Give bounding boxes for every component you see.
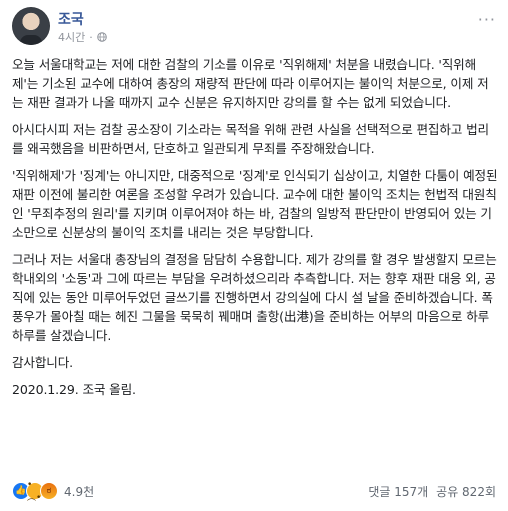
post-paragraph: '직위해제'가 '징계'는 아니지만, 대중적으로 '징계'로 인식되기 십상이… (12, 168, 498, 240)
reactions-summary[interactable]: 👍 •︵• ಠ 4.9천 (12, 480, 94, 503)
author-avatar[interactable] (12, 7, 50, 45)
post-footer: 👍 •︵• ಠ 4.9천 댓글 157개 공유 822회 (0, 478, 508, 504)
share-count[interactable]: 공유 822회 (436, 483, 496, 500)
comment-count[interactable]: 댓글 157개 (368, 483, 428, 500)
post-body: 오늘 서울대학교는 저에 대한 검찰의 기소를 이유로 '직위해제' 처분을 내… (12, 55, 498, 407)
globe-icon[interactable] (96, 32, 107, 42)
engagement-stats: 댓글 157개 공유 822회 (368, 483, 496, 500)
meta-dot: · (89, 30, 93, 44)
post-paragraph: 아시다시피 저는 검찰 공소장이 기소라는 목적을 위해 관련 사실을 선택적으… (12, 122, 489, 156)
post-meta: 4시간 · (58, 29, 107, 45)
post-signature: 2020.1.29. 조국 올림. (12, 382, 136, 397)
more-options-icon[interactable]: ··· (478, 10, 496, 29)
reaction-count[interactable]: 4.9천 (64, 483, 94, 500)
post-time[interactable]: 4시간 (58, 29, 85, 45)
author-name[interactable]: 조국 (58, 9, 84, 29)
post-paragraph: 감사합니다. (12, 355, 74, 370)
post-paragraph: 그러나 저는 서울대 총장님의 결정을 담담히 수용합니다. 제가 강의를 할 … (12, 252, 497, 343)
post-paragraph: 오늘 서울대학교는 저에 대한 검찰의 기소를 이유로 '직위해제' 처분을 내… (12, 57, 489, 110)
post-header: 조국 4시간 · ··· (0, 0, 508, 46)
angry-icon: ಠ (40, 482, 58, 500)
